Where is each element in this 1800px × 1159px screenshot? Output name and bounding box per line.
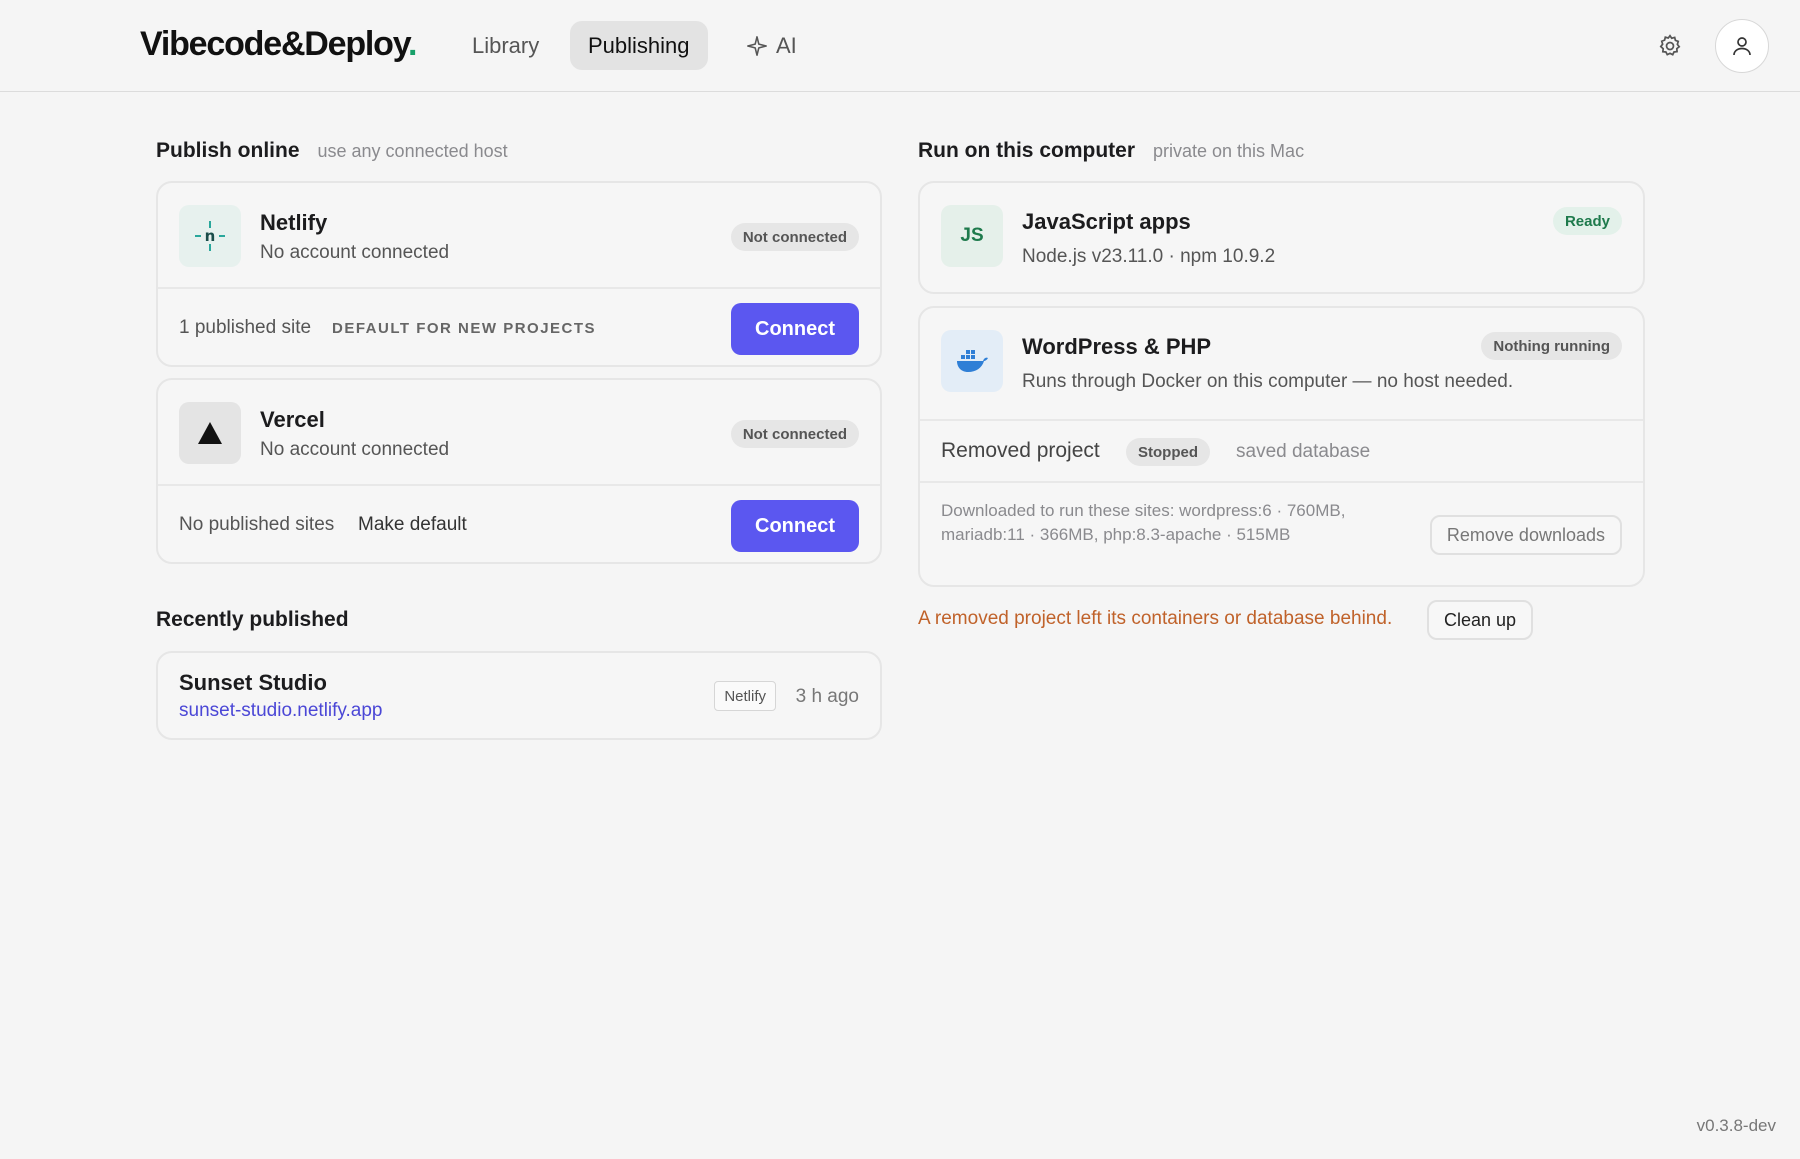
- version-label: v0.3.8-dev: [1696, 1116, 1776, 1135]
- section-title: Publish online: [156, 139, 300, 162]
- gear-icon: [1659, 34, 1681, 56]
- card-divider: [920, 419, 1643, 421]
- wordpress-runtime-card: WordPress & PHP Runs through Docker on t…: [918, 306, 1645, 587]
- docker-whale-icon: [941, 330, 1003, 392]
- saved-database-note: saved database: [1236, 441, 1371, 462]
- published-count: 1 published site: [179, 317, 312, 338]
- nav-library[interactable]: Library: [454, 21, 557, 70]
- section-subtitle: private on this Mac: [1153, 141, 1305, 161]
- nav-publishing-label: Publishing: [588, 32, 690, 58]
- downloads-row: Downloaded to run these sites: wordpress…: [920, 483, 1643, 585]
- remove-downloads-button[interactable]: Remove downloads: [1429, 515, 1622, 555]
- project-name: Sunset Studio: [179, 670, 327, 695]
- logo-text: Vibecode&Deploy: [140, 25, 409, 63]
- published-time: 3 h ago: [795, 686, 859, 707]
- nav-library-label: Library: [472, 32, 540, 58]
- card-divider: [158, 484, 880, 486]
- svg-text:n: n: [205, 227, 216, 245]
- runtime-name: WordPress & PHP: [1022, 334, 1212, 359]
- netlify-card: n Netlify No account connected Not conne…: [156, 181, 882, 367]
- section-subtitle: use any connected host: [317, 141, 508, 161]
- js-icon: JS: [941, 205, 1003, 267]
- section-title: Recently published: [156, 608, 349, 631]
- cleanup-warning: A removed project left its containers or…: [918, 608, 1393, 629]
- sparkle-icon: [747, 35, 767, 56]
- host-status-text: No account connected: [260, 439, 450, 460]
- project-url-link[interactable]: sunset-studio.netlify.app: [179, 700, 383, 722]
- status-badge: Nothing running: [1481, 332, 1622, 360]
- runtime-description: Runs through Docker on this computer — n…: [1022, 371, 1514, 392]
- account-button[interactable]: [1715, 19, 1769, 73]
- section-title: Run on this computer: [918, 139, 1135, 162]
- vercel-card: Vercel No account connected Not connecte…: [156, 378, 882, 564]
- user-icon: [1733, 37, 1751, 56]
- host-name: Vercel: [260, 407, 325, 432]
- nav-publishing[interactable]: Publishing: [570, 21, 708, 70]
- recent-item-card[interactable]: Sunset Studio sunset-studio.netlify.app …: [156, 651, 882, 740]
- vercel-connect-button[interactable]: Connect: [731, 500, 859, 552]
- nav-ai[interactable]: AI: [728, 21, 815, 70]
- recently-published-header: Recently published: [156, 608, 349, 632]
- host-status-text: No account connected: [260, 242, 450, 263]
- status-badge: Not connected: [730, 420, 859, 448]
- card-divider: [158, 287, 880, 289]
- runtime-name: JavaScript apps: [1022, 209, 1191, 234]
- clean-up-button[interactable]: Clean up: [1427, 600, 1534, 640]
- publish-online-header: Publish online use any connected host: [156, 139, 508, 163]
- status-badge: Not connected: [730, 223, 859, 251]
- removed-project-label: Removed project: [941, 439, 1100, 462]
- settings-button[interactable]: [1652, 28, 1688, 64]
- host-tag: Netlify: [714, 681, 776, 711]
- run-local-header: Run on this computer private on this Mac: [918, 139, 1304, 163]
- netlify-connect-button[interactable]: Connect: [731, 303, 859, 355]
- top-bar: Vibecode&Deploy. Library Publishing AI: [0, 0, 1800, 92]
- app-logo[interactable]: Vibecode&Deploy.: [140, 25, 417, 64]
- vercel-triangle-icon: [179, 402, 241, 464]
- nav-ai-label: AI: [776, 32, 797, 58]
- stopped-badge: Stopped: [1126, 438, 1210, 466]
- make-default-link[interactable]: Make default: [358, 514, 467, 536]
- javascript-runtime-card: JS JavaScript apps Node.js v23.11.0 · np…: [918, 181, 1645, 294]
- host-name: Netlify: [260, 210, 328, 235]
- default-label: DEFAULT FOR NEW PROJECTS: [332, 320, 597, 337]
- runtime-versions: Node.js v23.11.0 · npm 10.9.2: [1022, 246, 1276, 267]
- logo-dot: .: [407, 25, 417, 63]
- netlify-icon: n: [179, 205, 241, 267]
- published-count: No published sites: [179, 514, 335, 535]
- status-badge: Ready: [1552, 207, 1622, 235]
- downloads-description: Downloaded to run these sites: wordpress…: [941, 501, 1346, 544]
